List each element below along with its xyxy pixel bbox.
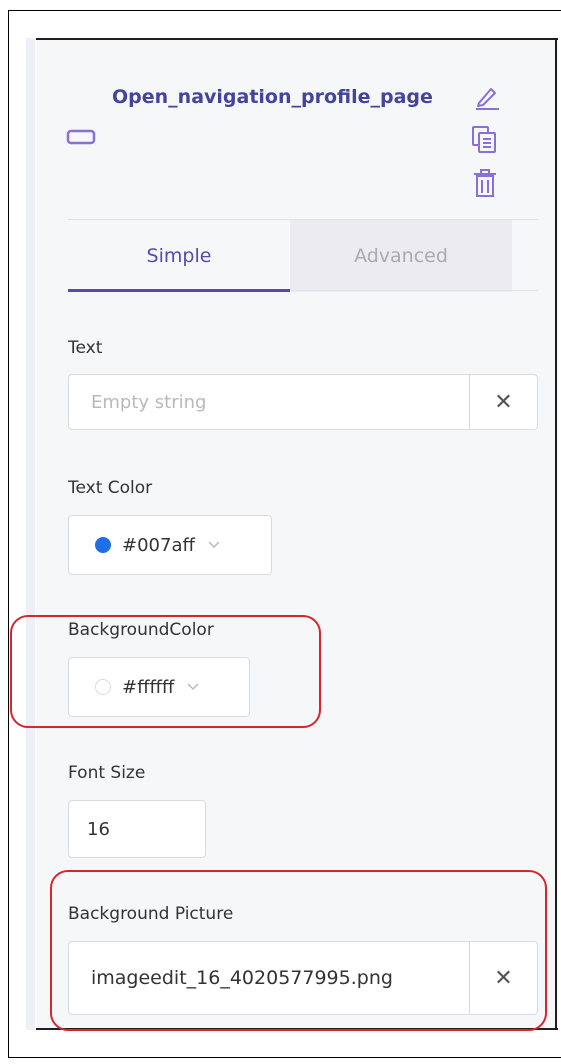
text-color-swatch: [95, 537, 111, 553]
text-color-label: Text Color: [68, 478, 153, 498]
background-color-select[interactable]: #ffffff: [68, 657, 250, 717]
clear-background-picture-button[interactable]: ✕: [469, 942, 537, 1014]
font-size-label: Font Size: [68, 763, 146, 783]
chevron-down-icon: [208, 541, 220, 549]
trash-icon[interactable]: [471, 168, 499, 198]
text-color-value: #007aff: [122, 534, 195, 556]
font-size-field[interactable]: 16: [68, 800, 206, 858]
background-color-label: BackgroundColor: [68, 620, 214, 640]
text-color-select[interactable]: #007aff: [68, 515, 272, 575]
panel-border: [555, 38, 557, 1030]
close-icon: ✕: [494, 965, 513, 991]
text-label: Text: [68, 338, 103, 358]
edit-icon[interactable]: [474, 84, 500, 110]
text-field-placeholder: Empty string: [91, 391, 207, 413]
left-strip: [26, 38, 35, 1030]
active-tab-indicator: [68, 289, 290, 292]
panel-border: [36, 1028, 558, 1030]
background-picture-field[interactable]: imageedit_16_4020577995.png ✕: [68, 941, 538, 1015]
text-field[interactable]: Empty string ✕: [68, 374, 538, 430]
tab-advanced[interactable]: Advanced: [290, 220, 512, 292]
tab-bar-underline: [290, 290, 538, 291]
close-icon: ✕: [494, 389, 513, 415]
duplicate-icon[interactable]: [470, 124, 500, 154]
background-picture-label: Background Picture: [68, 904, 234, 924]
clear-text-button[interactable]: ✕: [469, 375, 537, 429]
font-size-value: 16: [87, 818, 110, 840]
background-picture-value: imageedit_16_4020577995.png: [91, 967, 393, 989]
tab-simple[interactable]: Simple: [68, 220, 290, 292]
component-title: Open_navigation_profile_page: [112, 86, 433, 108]
button-component-icon: [66, 129, 96, 145]
chevron-down-icon: [187, 683, 199, 691]
background-color-swatch: [95, 679, 111, 695]
background-color-value: #ffffff: [122, 676, 175, 698]
